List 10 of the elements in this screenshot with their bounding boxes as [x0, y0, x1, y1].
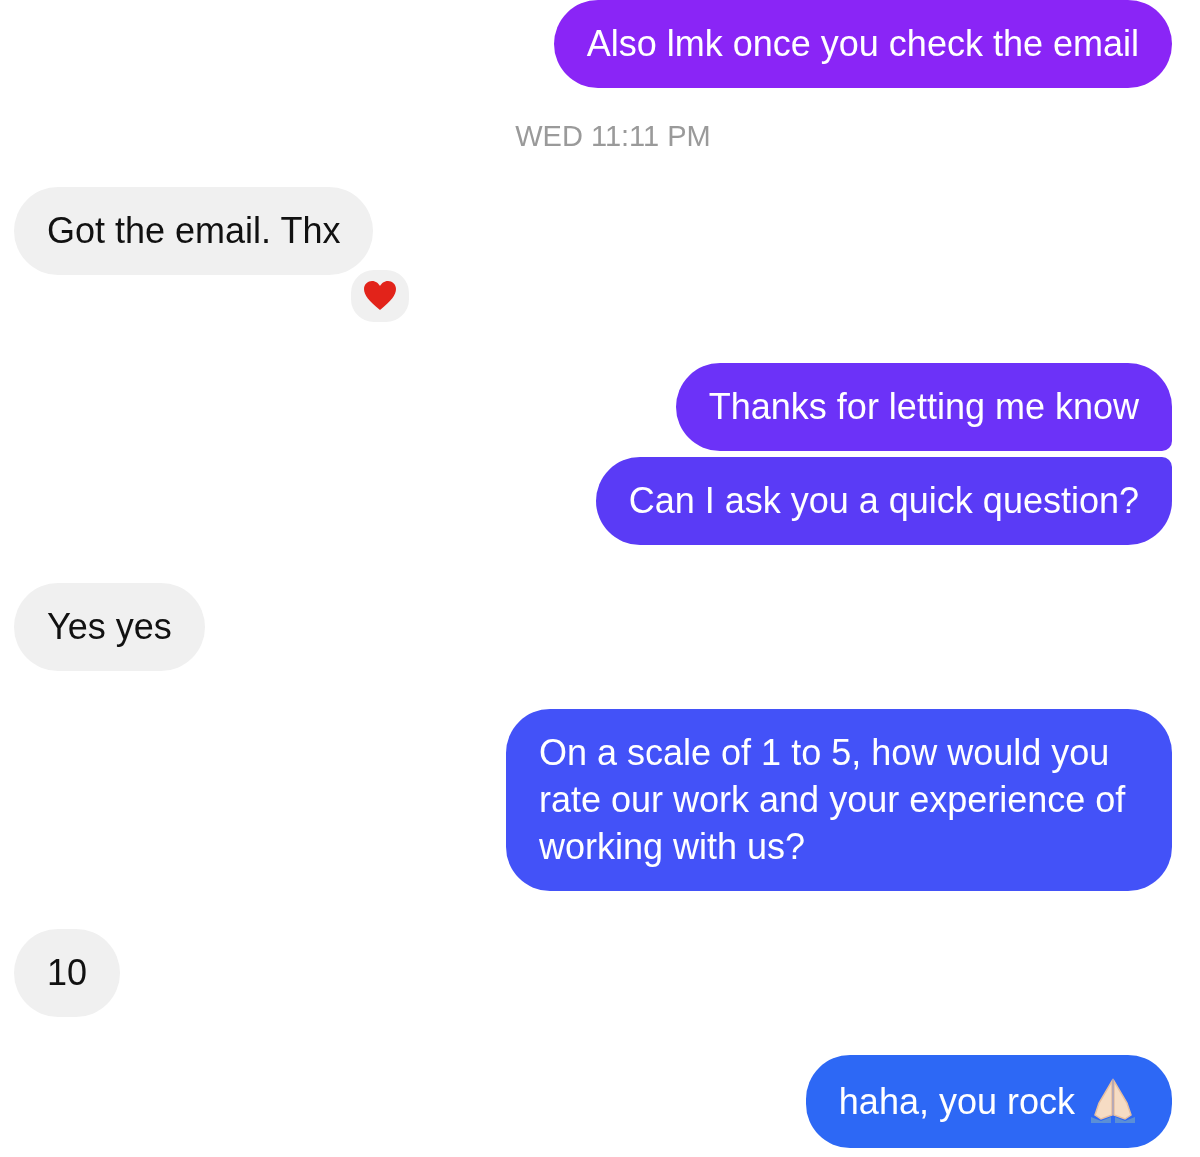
received-message: Got the email. Thx [14, 187, 374, 275]
sent-message: Can I ask you a quick question? [595, 457, 1172, 545]
sent-message: Thanks for letting me know [675, 363, 1172, 451]
received-message: Yes yes [14, 583, 205, 671]
timestamp: WED 11:11 PM [515, 119, 711, 154]
heart-icon [363, 280, 397, 312]
sent-message: Also lmk once you check the email [553, 0, 1172, 88]
sent-message: On a scale of 1 to 5, how would you rate our work and your experience of working with us? [506, 709, 1172, 891]
sent-message: haha, you rock [805, 1055, 1172, 1148]
received-message: 10 [14, 929, 121, 1017]
